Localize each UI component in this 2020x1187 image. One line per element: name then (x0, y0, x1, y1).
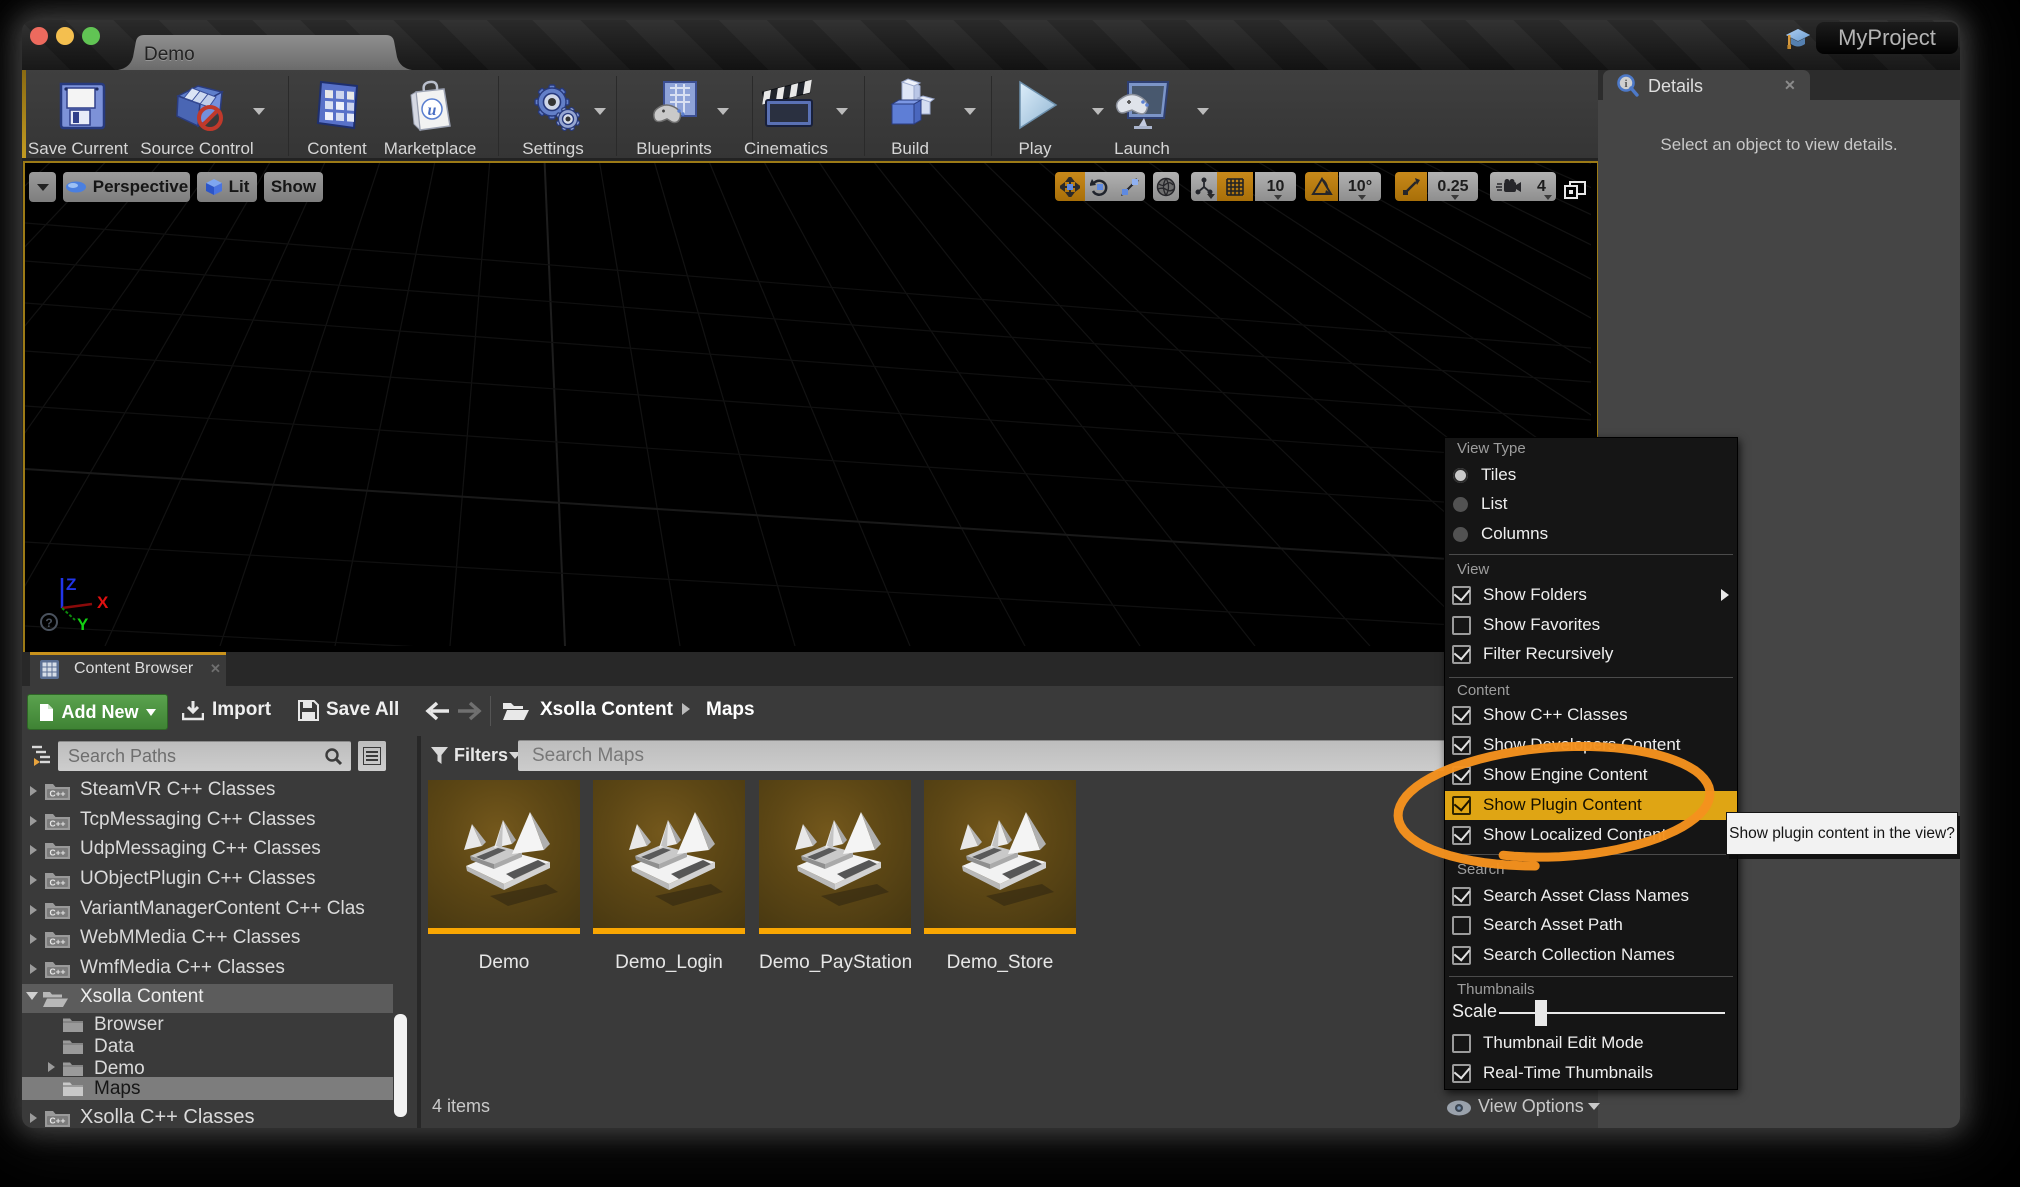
svg-text:i: i (1624, 78, 1627, 90)
svg-text:C++: C++ (49, 877, 65, 887)
svg-text:C++: C++ (49, 907, 65, 917)
svg-text:C++: C++ (49, 1116, 65, 1126)
svg-text:C++: C++ (49, 848, 65, 858)
svg-text:C++: C++ (49, 937, 65, 947)
svg-text:Z: Z (66, 575, 76, 594)
svg-text:u: u (428, 102, 437, 119)
svg-text:C++: C++ (49, 818, 65, 828)
svg-text:X: X (97, 593, 109, 612)
svg-text:C++: C++ (49, 788, 65, 798)
svg-text:Y: Y (77, 615, 89, 634)
svg-text:C++: C++ (49, 966, 65, 976)
svg-text:?: ? (45, 616, 52, 630)
